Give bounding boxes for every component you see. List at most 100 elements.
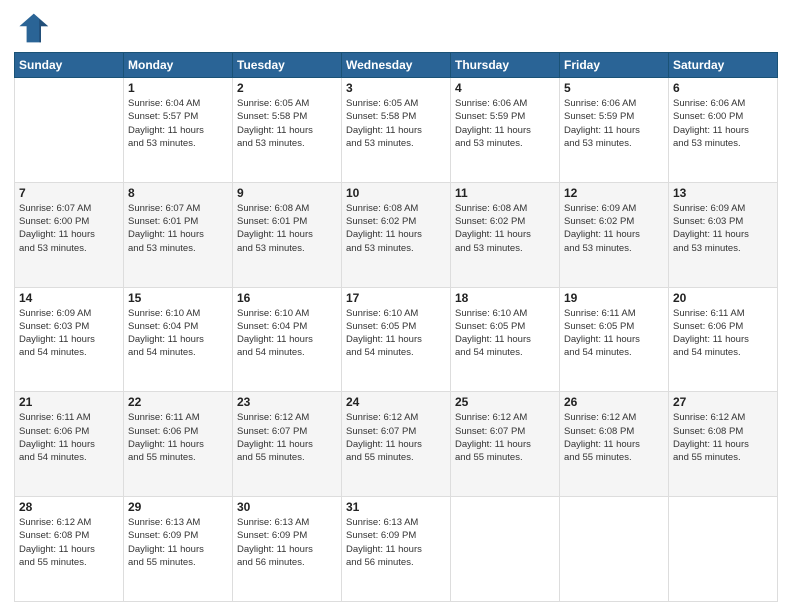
day-info: Sunrise: 6:12 AM Sunset: 6:08 PM Dayligh… bbox=[564, 411, 664, 464]
header bbox=[14, 10, 778, 46]
day-number: 7 bbox=[19, 186, 119, 200]
day-number: 31 bbox=[346, 500, 446, 514]
day-info: Sunrise: 6:12 AM Sunset: 6:08 PM Dayligh… bbox=[673, 411, 773, 464]
day-info: Sunrise: 6:06 AM Sunset: 5:59 PM Dayligh… bbox=[455, 97, 555, 150]
day-number: 20 bbox=[673, 291, 773, 305]
calendar-cell bbox=[560, 497, 669, 602]
day-number: 27 bbox=[673, 395, 773, 409]
weekday-header-sunday: Sunday bbox=[15, 53, 124, 78]
day-info: Sunrise: 6:13 AM Sunset: 6:09 PM Dayligh… bbox=[237, 516, 337, 569]
day-info: Sunrise: 6:11 AM Sunset: 6:06 PM Dayligh… bbox=[19, 411, 119, 464]
calendar-week-3: 14Sunrise: 6:09 AM Sunset: 6:03 PM Dayli… bbox=[15, 287, 778, 392]
calendar-cell: 15 Sunrise: 6:10 AM Sunset: 6:04 PM Dayli… bbox=[124, 287, 233, 392]
day-number: 18 bbox=[455, 291, 555, 305]
day-number: 22 bbox=[128, 395, 228, 409]
day-number: 10 bbox=[346, 186, 446, 200]
weekday-header-thursday: Thursday bbox=[451, 53, 560, 78]
day-info: Sunrise: 6:12 AM Sunset: 6:08 PM Dayligh… bbox=[19, 516, 119, 569]
calendar-cell: 24Sunrise: 6:12 AM Sunset: 6:07 PM Dayli… bbox=[342, 392, 451, 497]
day-info: Sunrise: 6:08 AM Sunset: 6:01 PM Dayligh… bbox=[237, 202, 337, 255]
calendar-cell: 29 Sunrise: 6:13 AM Sunset: 6:09 PM Dayli… bbox=[124, 497, 233, 602]
calendar-cell: 27 Sunrise: 6:12 AM Sunset: 6:08 PM Dayli… bbox=[669, 392, 778, 497]
weekday-header-row: SundayMondayTuesdayWednesdayThursdayFrid… bbox=[15, 53, 778, 78]
day-info: Sunrise: 6:09 AM Sunset: 6:03 PM Dayligh… bbox=[19, 307, 119, 360]
calendar-cell: 17 Sunrise: 6:10 AM Sunset: 6:05 PM Dayli… bbox=[342, 287, 451, 392]
day-info: Sunrise: 6:05 AM Sunset: 5:58 PM Dayligh… bbox=[237, 97, 337, 150]
day-info: Sunrise: 6:13 AM Sunset: 6:09 PM Dayligh… bbox=[346, 516, 446, 569]
weekday-header-friday: Friday bbox=[560, 53, 669, 78]
calendar-cell bbox=[451, 497, 560, 602]
calendar-week-5: 28 Sunrise: 6:12 AM Sunset: 6:08 PM Dayli… bbox=[15, 497, 778, 602]
day-info: Sunrise: 6:11 AM Sunset: 6:06 PM Dayligh… bbox=[673, 307, 773, 360]
day-info: Sunrise: 6:09 AM Sunset: 6:02 PM Dayligh… bbox=[564, 202, 664, 255]
day-number: 30 bbox=[237, 500, 337, 514]
calendar-week-2: 7 Sunrise: 6:07 AM Sunset: 6:00 PM Daylig… bbox=[15, 182, 778, 287]
day-info: Sunrise: 6:10 AM Sunset: 6:05 PM Dayligh… bbox=[346, 307, 446, 360]
weekday-header-monday: Monday bbox=[124, 53, 233, 78]
day-number: 6 bbox=[673, 81, 773, 95]
day-info: Sunrise: 6:05 AM Sunset: 5:58 PM Dayligh… bbox=[346, 97, 446, 150]
calendar-cell: 25 Sunrise: 6:12 AM Sunset: 6:07 PM Dayli… bbox=[451, 392, 560, 497]
day-number: 9 bbox=[237, 186, 337, 200]
calendar-cell: 16 Sunrise: 6:10 AM Sunset: 6:04 PM Dayli… bbox=[233, 287, 342, 392]
calendar-cell: 9 Sunrise: 6:08 AM Sunset: 6:01 PM Daylig… bbox=[233, 182, 342, 287]
calendar-week-1: 1 Sunrise: 6:04 AM Sunset: 5:57 PM Daylig… bbox=[15, 78, 778, 183]
day-info: Sunrise: 6:12 AM Sunset: 6:07 PM Dayligh… bbox=[455, 411, 555, 464]
calendar-cell: 23 Sunrise: 6:12 AM Sunset: 6:07 PM Dayli… bbox=[233, 392, 342, 497]
calendar-cell: 8 Sunrise: 6:07 AM Sunset: 6:01 PM Daylig… bbox=[124, 182, 233, 287]
day-number: 2 bbox=[237, 81, 337, 95]
day-number: 28 bbox=[19, 500, 119, 514]
day-info: Sunrise: 6:10 AM Sunset: 6:04 PM Dayligh… bbox=[128, 307, 228, 360]
calendar-cell bbox=[669, 497, 778, 602]
day-number: 4 bbox=[455, 81, 555, 95]
weekday-header-tuesday: Tuesday bbox=[233, 53, 342, 78]
day-number: 3 bbox=[346, 81, 446, 95]
day-info: Sunrise: 6:07 AM Sunset: 6:00 PM Dayligh… bbox=[19, 202, 119, 255]
day-info: Sunrise: 6:06 AM Sunset: 6:00 PM Dayligh… bbox=[673, 97, 773, 150]
calendar-cell: 1 Sunrise: 6:04 AM Sunset: 5:57 PM Daylig… bbox=[124, 78, 233, 183]
day-info: Sunrise: 6:10 AM Sunset: 6:04 PM Dayligh… bbox=[237, 307, 337, 360]
calendar-cell: 18 Sunrise: 6:10 AM Sunset: 6:05 PM Dayli… bbox=[451, 287, 560, 392]
day-info: Sunrise: 6:07 AM Sunset: 6:01 PM Dayligh… bbox=[128, 202, 228, 255]
day-info: Sunrise: 6:04 AM Sunset: 5:57 PM Dayligh… bbox=[128, 97, 228, 150]
day-number: 16 bbox=[237, 291, 337, 305]
calendar-cell: 26Sunrise: 6:12 AM Sunset: 6:08 PM Dayli… bbox=[560, 392, 669, 497]
day-number: 19 bbox=[564, 291, 664, 305]
day-number: 25 bbox=[455, 395, 555, 409]
day-info: Sunrise: 6:09 AM Sunset: 6:03 PM Dayligh… bbox=[673, 202, 773, 255]
calendar-cell: 30 Sunrise: 6:13 AM Sunset: 6:09 PM Dayli… bbox=[233, 497, 342, 602]
calendar-cell: 19 Sunrise: 6:11 AM Sunset: 6:05 PM Dayli… bbox=[560, 287, 669, 392]
calendar-cell: 11Sunrise: 6:08 AM Sunset: 6:02 PM Dayli… bbox=[451, 182, 560, 287]
calendar-cell: 20 Sunrise: 6:11 AM Sunset: 6:06 PM Dayli… bbox=[669, 287, 778, 392]
calendar-cell: 28 Sunrise: 6:12 AM Sunset: 6:08 PM Dayli… bbox=[15, 497, 124, 602]
day-number: 21 bbox=[19, 395, 119, 409]
calendar-week-4: 21 Sunrise: 6:11 AM Sunset: 6:06 PM Dayli… bbox=[15, 392, 778, 497]
calendar-cell: 31 Sunrise: 6:13 AM Sunset: 6:09 PM Dayli… bbox=[342, 497, 451, 602]
day-number: 15 bbox=[128, 291, 228, 305]
day-number: 29 bbox=[128, 500, 228, 514]
day-info: Sunrise: 6:12 AM Sunset: 6:07 PM Dayligh… bbox=[346, 411, 446, 464]
calendar-cell: 10 Sunrise: 6:08 AM Sunset: 6:02 PM Dayli… bbox=[342, 182, 451, 287]
day-info: Sunrise: 6:10 AM Sunset: 6:05 PM Dayligh… bbox=[455, 307, 555, 360]
calendar-cell: 4 Sunrise: 6:06 AM Sunset: 5:59 PM Daylig… bbox=[451, 78, 560, 183]
calendar-cell: 12Sunrise: 6:09 AM Sunset: 6:02 PM Dayli… bbox=[560, 182, 669, 287]
calendar-table: SundayMondayTuesdayWednesdayThursdayFrid… bbox=[14, 52, 778, 602]
weekday-header-wednesday: Wednesday bbox=[342, 53, 451, 78]
logo-icon bbox=[14, 10, 50, 46]
day-number: 1 bbox=[128, 81, 228, 95]
day-info: Sunrise: 6:08 AM Sunset: 6:02 PM Dayligh… bbox=[346, 202, 446, 255]
day-number: 11 bbox=[455, 186, 555, 200]
day-number: 17 bbox=[346, 291, 446, 305]
day-info: Sunrise: 6:11 AM Sunset: 6:05 PM Dayligh… bbox=[564, 307, 664, 360]
day-info: Sunrise: 6:12 AM Sunset: 6:07 PM Dayligh… bbox=[237, 411, 337, 464]
day-number: 13 bbox=[673, 186, 773, 200]
calendar-cell: 6 Sunrise: 6:06 AM Sunset: 6:00 PM Daylig… bbox=[669, 78, 778, 183]
day-info: Sunrise: 6:13 AM Sunset: 6:09 PM Dayligh… bbox=[128, 516, 228, 569]
day-number: 5 bbox=[564, 81, 664, 95]
calendar-cell: 13 Sunrise: 6:09 AM Sunset: 6:03 PM Dayli… bbox=[669, 182, 778, 287]
day-number: 8 bbox=[128, 186, 228, 200]
calendar-cell: 21 Sunrise: 6:11 AM Sunset: 6:06 PM Dayli… bbox=[15, 392, 124, 497]
day-number: 23 bbox=[237, 395, 337, 409]
weekday-header-saturday: Saturday bbox=[669, 53, 778, 78]
page: SundayMondayTuesdayWednesdayThursdayFrid… bbox=[0, 0, 792, 612]
